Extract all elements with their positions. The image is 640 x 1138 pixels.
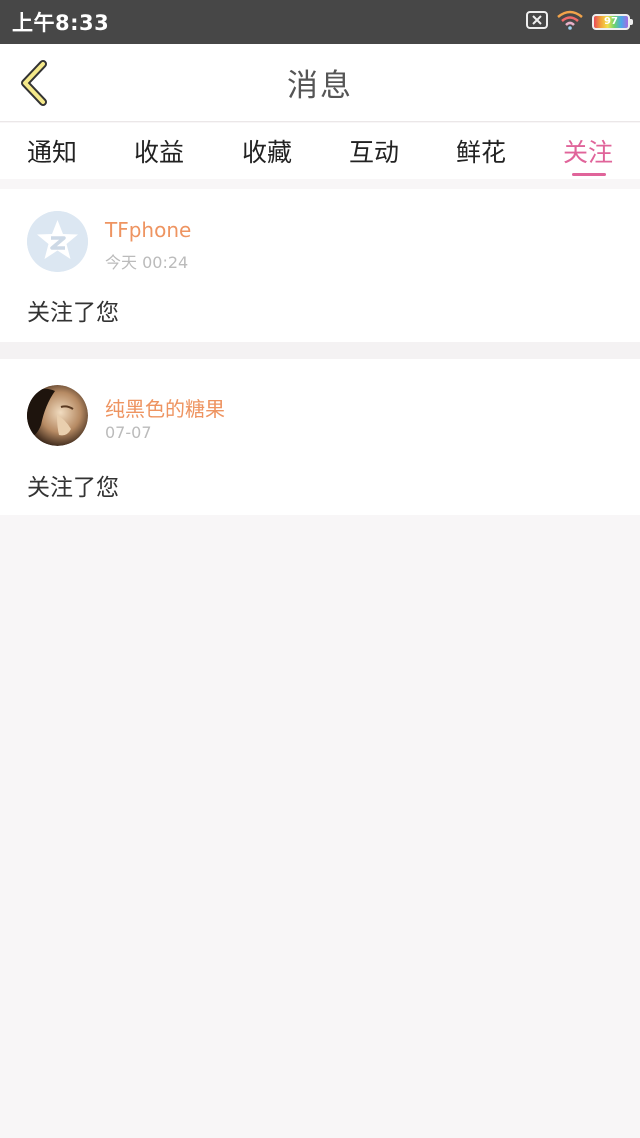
active-tab-indicator bbox=[572, 173, 606, 176]
message-time: 07-07 bbox=[105, 423, 152, 442]
status-time: 上午8:33 bbox=[12, 11, 110, 35]
tab-following[interactable]: 关注 bbox=[548, 133, 628, 177]
divider bbox=[0, 342, 640, 359]
status-bar: 上午8:33 97 bbox=[0, 0, 640, 44]
tab-earnings[interactable]: 收益 bbox=[119, 133, 199, 177]
username[interactable]: TFphone bbox=[105, 218, 191, 242]
chevron-left-icon bbox=[21, 60, 47, 106]
tab-notifications[interactable]: 通知 bbox=[12, 133, 92, 177]
username[interactable]: 纯黑色的糖果 bbox=[105, 393, 225, 422]
tab-favorites[interactable]: 收藏 bbox=[227, 133, 307, 177]
message-item[interactable]: 纯黑色的糖果 07-07 关注了您 bbox=[0, 359, 640, 515]
photo-avatar-icon bbox=[27, 385, 88, 446]
sim-off-icon bbox=[526, 11, 548, 33]
default-star-avatar-icon bbox=[27, 211, 88, 272]
avatar[interactable] bbox=[27, 211, 88, 272]
wifi-icon bbox=[557, 10, 583, 34]
battery-icon: 97 bbox=[592, 14, 633, 30]
message-text: 关注了您 bbox=[27, 300, 119, 326]
back-button[interactable] bbox=[12, 58, 56, 108]
tab-flowers[interactable]: 鲜花 bbox=[441, 133, 521, 177]
tab-bar: 通知 收益 收藏 互动 鲜花 关注 bbox=[0, 123, 640, 179]
message-text: 关注了您 bbox=[27, 475, 119, 501]
page-title: 消息 bbox=[287, 68, 353, 104]
message-time: 今天 00:24 bbox=[105, 253, 189, 272]
message-item[interactable]: TFphone 今天 00:24 关注了您 bbox=[0, 189, 640, 342]
status-icons: 97 bbox=[526, 10, 633, 34]
avatar[interactable] bbox=[27, 385, 88, 446]
battery-level: 97 bbox=[604, 16, 618, 27]
header-bar: 消息 bbox=[0, 44, 640, 122]
tab-interactions[interactable]: 互动 bbox=[334, 133, 414, 177]
